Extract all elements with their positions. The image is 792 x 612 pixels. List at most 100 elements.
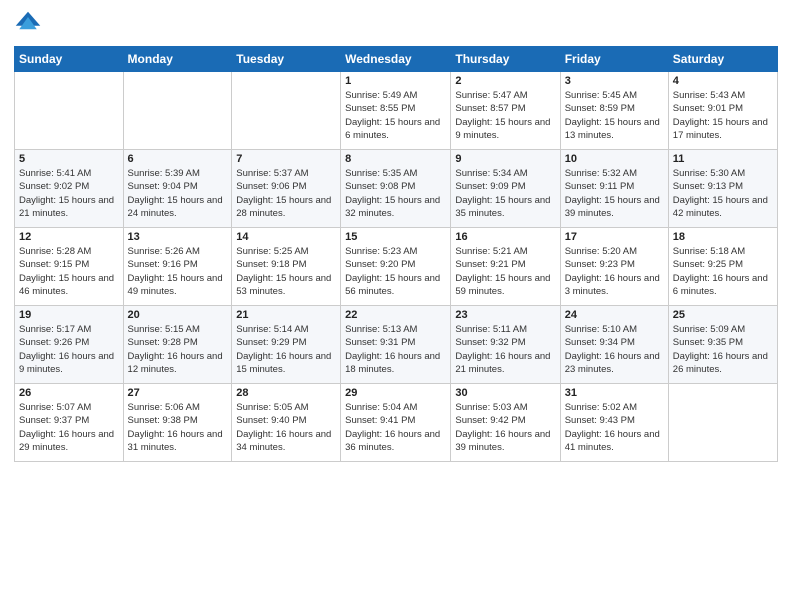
weekday-header-wednesday: Wednesday [341, 47, 451, 72]
calendar-row: 19 Sunrise: 5:17 AM Sunset: 9:26 PM Dayli… [15, 306, 778, 384]
calendar-row: 1 Sunrise: 5:49 AM Sunset: 8:55 PM Daylig… [15, 72, 778, 150]
calendar-row: 26Sunrise: 5:07 AM Sunset: 9:37 PM Dayli… [15, 384, 778, 462]
day-number: 15 [345, 231, 446, 243]
day-info: Sunrise: 5:49 AM Sunset: 8:55 PM Dayligh… [345, 89, 446, 142]
calendar-cell: 11Sunrise: 5:30 AM Sunset: 9:13 PM Dayli… [668, 150, 777, 228]
calendar-cell: 22Sunrise: 5:13 AM Sunset: 9:31 PM Dayli… [341, 306, 451, 384]
calendar-cell: 3 Sunrise: 5:45 AM Sunset: 8:59 PM Daylig… [560, 72, 668, 150]
day-info: Sunrise: 5:21 AM Sunset: 9:21 PM Dayligh… [455, 245, 555, 298]
day-number: 9 [455, 153, 555, 165]
calendar-cell: 25 Sunrise: 5:09 AM Sunset: 9:35 PM Dayli… [668, 306, 777, 384]
day-info: Sunrise: 5:07 AM Sunset: 9:37 PM Dayligh… [19, 401, 119, 454]
day-info: Sunrise: 5:18 AM Sunset: 9:25 PM Dayligh… [673, 245, 773, 298]
day-info: Sunrise: 5:13 AM Sunset: 9:31 PM Dayligh… [345, 323, 446, 376]
calendar-cell: 27 Sunrise: 5:06 AM Sunset: 9:38 PM Dayli… [123, 384, 232, 462]
calendar-cell: 19 Sunrise: 5:17 AM Sunset: 9:26 PM Dayli… [15, 306, 124, 384]
day-number: 18 [673, 231, 773, 243]
day-number: 25 [673, 309, 773, 321]
day-info: Sunrise: 5:26 AM Sunset: 9:16 PM Dayligh… [128, 245, 228, 298]
day-number: 7 [236, 153, 336, 165]
calendar-cell: 17 Sunrise: 5:20 AM Sunset: 9:23 PM Dayli… [560, 228, 668, 306]
calendar-cell: 31Sunrise: 5:02 AM Sunset: 9:43 PM Dayli… [560, 384, 668, 462]
day-number: 21 [236, 309, 336, 321]
day-number: 2 [455, 75, 555, 87]
day-number: 12 [19, 231, 119, 243]
day-number: 16 [455, 231, 555, 243]
day-number: 13 [128, 231, 228, 243]
logo-icon [14, 10, 42, 38]
calendar-cell: 9 Sunrise: 5:34 AM Sunset: 9:09 PM Daylig… [451, 150, 560, 228]
day-info: Sunrise: 5:06 AM Sunset: 9:38 PM Dayligh… [128, 401, 228, 454]
page-container: SundayMondayTuesdayWednesdayThursdayFrid… [0, 0, 792, 612]
calendar-cell: 29 Sunrise: 5:04 AM Sunset: 9:41 PM Dayli… [341, 384, 451, 462]
calendar-cell: 28 Sunrise: 5:05 AM Sunset: 9:40 PM Dayli… [232, 384, 341, 462]
day-number: 27 [128, 387, 228, 399]
day-info: Sunrise: 5:04 AM Sunset: 9:41 PM Dayligh… [345, 401, 446, 454]
day-number: 10 [565, 153, 664, 165]
calendar-cell [123, 72, 232, 150]
day-info: Sunrise: 5:34 AM Sunset: 9:09 PM Dayligh… [455, 167, 555, 220]
day-info: Sunrise: 5:28 AM Sunset: 9:15 PM Dayligh… [19, 245, 119, 298]
day-info: Sunrise: 5:45 AM Sunset: 8:59 PM Dayligh… [565, 89, 664, 142]
day-info: Sunrise: 5:35 AM Sunset: 9:08 PM Dayligh… [345, 167, 446, 220]
calendar-cell: 4 Sunrise: 5:43 AM Sunset: 9:01 PM Daylig… [668, 72, 777, 150]
day-info: Sunrise: 5:03 AM Sunset: 9:42 PM Dayligh… [455, 401, 555, 454]
weekday-header-tuesday: Tuesday [232, 47, 341, 72]
day-number: 3 [565, 75, 664, 87]
calendar-header-row: SundayMondayTuesdayWednesdayThursdayFrid… [15, 47, 778, 72]
day-number: 8 [345, 153, 446, 165]
day-info: Sunrise: 5:10 AM Sunset: 9:34 PM Dayligh… [565, 323, 664, 376]
calendar-cell: 7 Sunrise: 5:37 AM Sunset: 9:06 PM Daylig… [232, 150, 341, 228]
day-info: Sunrise: 5:20 AM Sunset: 9:23 PM Dayligh… [565, 245, 664, 298]
day-info: Sunrise: 5:14 AM Sunset: 9:29 PM Dayligh… [236, 323, 336, 376]
calendar-cell: 21 Sunrise: 5:14 AM Sunset: 9:29 PM Dayli… [232, 306, 341, 384]
calendar-cell: 26Sunrise: 5:07 AM Sunset: 9:37 PM Dayli… [15, 384, 124, 462]
calendar-cell: 16 Sunrise: 5:21 AM Sunset: 9:21 PM Dayli… [451, 228, 560, 306]
day-info: Sunrise: 5:11 AM Sunset: 9:32 PM Dayligh… [455, 323, 555, 376]
day-info: Sunrise: 5:25 AM Sunset: 9:18 PM Dayligh… [236, 245, 336, 298]
calendar-cell [15, 72, 124, 150]
day-number: 4 [673, 75, 773, 87]
weekday-header-sunday: Sunday [15, 47, 124, 72]
day-number: 28 [236, 387, 336, 399]
calendar-cell: 2 Sunrise: 5:47 AM Sunset: 8:57 PM Daylig… [451, 72, 560, 150]
day-number: 30 [455, 387, 555, 399]
calendar-cell: 13 Sunrise: 5:26 AM Sunset: 9:16 PM Dayli… [123, 228, 232, 306]
calendar-cell [232, 72, 341, 150]
calendar-cell: 5Sunrise: 5:41 AM Sunset: 9:02 PM Daylig… [15, 150, 124, 228]
day-number: 11 [673, 153, 773, 165]
page-header [14, 10, 778, 38]
day-number: 5 [19, 153, 119, 165]
calendar-row: 12 Sunrise: 5:28 AM Sunset: 9:15 PM Dayli… [15, 228, 778, 306]
day-info: Sunrise: 5:05 AM Sunset: 9:40 PM Dayligh… [236, 401, 336, 454]
day-number: 31 [565, 387, 664, 399]
calendar-cell: 15 Sunrise: 5:23 AM Sunset: 9:20 PM Dayli… [341, 228, 451, 306]
day-info: Sunrise: 5:43 AM Sunset: 9:01 PM Dayligh… [673, 89, 773, 142]
day-number: 17 [565, 231, 664, 243]
day-info: Sunrise: 5:09 AM Sunset: 9:35 PM Dayligh… [673, 323, 773, 376]
day-number: 1 [345, 75, 446, 87]
calendar-cell: 1 Sunrise: 5:49 AM Sunset: 8:55 PM Daylig… [341, 72, 451, 150]
day-info: Sunrise: 5:39 AM Sunset: 9:04 PM Dayligh… [128, 167, 228, 220]
day-info: Sunrise: 5:23 AM Sunset: 9:20 PM Dayligh… [345, 245, 446, 298]
day-info: Sunrise: 5:32 AM Sunset: 9:11 PM Dayligh… [565, 167, 664, 220]
calendar-cell [668, 384, 777, 462]
day-number: 20 [128, 309, 228, 321]
calendar-row: 5Sunrise: 5:41 AM Sunset: 9:02 PM Daylig… [15, 150, 778, 228]
calendar-cell: 6 Sunrise: 5:39 AM Sunset: 9:04 PM Daylig… [123, 150, 232, 228]
day-info: Sunrise: 5:17 AM Sunset: 9:26 PM Dayligh… [19, 323, 119, 376]
calendar-cell: 18 Sunrise: 5:18 AM Sunset: 9:25 PM Dayli… [668, 228, 777, 306]
calendar-cell: 10 Sunrise: 5:32 AM Sunset: 9:11 PM Dayli… [560, 150, 668, 228]
calendar-cell: 12 Sunrise: 5:28 AM Sunset: 9:15 PM Dayli… [15, 228, 124, 306]
day-number: 19 [19, 309, 119, 321]
calendar-cell: 23 Sunrise: 5:11 AM Sunset: 9:32 PM Dayli… [451, 306, 560, 384]
day-number: 23 [455, 309, 555, 321]
day-number: 24 [565, 309, 664, 321]
day-number: 6 [128, 153, 228, 165]
day-number: 14 [236, 231, 336, 243]
day-info: Sunrise: 5:47 AM Sunset: 8:57 PM Dayligh… [455, 89, 555, 142]
calendar-table: SundayMondayTuesdayWednesdayThursdayFrid… [14, 46, 778, 462]
day-number: 29 [345, 387, 446, 399]
day-info: Sunrise: 5:37 AM Sunset: 9:06 PM Dayligh… [236, 167, 336, 220]
weekday-header-monday: Monday [123, 47, 232, 72]
